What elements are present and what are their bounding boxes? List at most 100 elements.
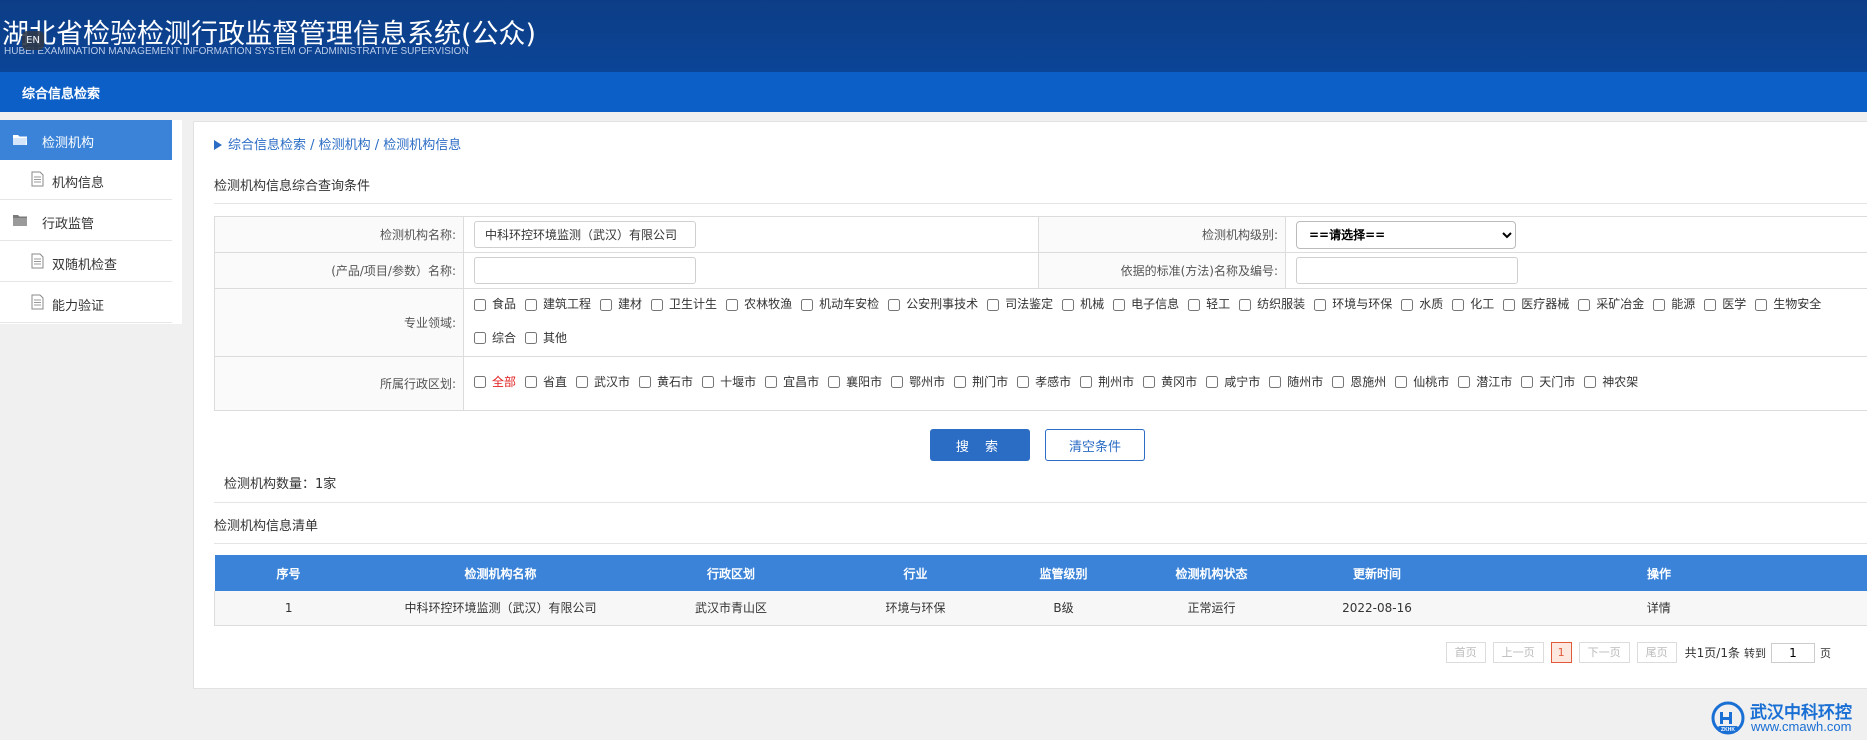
field-checkbox-item[interactable]: 建筑工程 — [525, 289, 591, 320]
next-page-button[interactable]: 下一页 — [1578, 642, 1630, 663]
region-checkbox-item[interactable]: 荆门市 — [954, 367, 1008, 398]
field-checkbox-item[interactable]: 电子信息 — [1113, 289, 1179, 320]
field-checkbox-item[interactable]: 水质 — [1401, 289, 1443, 320]
region-checkbox-item[interactable]: 仙桃市 — [1395, 367, 1449, 398]
region-checkbox[interactable] — [1017, 376, 1030, 389]
region-checkbox[interactable] — [1584, 376, 1597, 389]
field-checkbox[interactable] — [726, 298, 739, 311]
field-checkbox[interactable] — [525, 332, 538, 344]
field-checkbox[interactable] — [1188, 298, 1201, 311]
field-checkbox-item[interactable]: 纺织服装 — [1239, 289, 1305, 320]
region-checkbox[interactable] — [891, 376, 904, 389]
region-checkbox[interactable] — [1395, 376, 1408, 389]
region-checkbox-item[interactable]: 全部 — [474, 367, 516, 398]
field-checkbox-item[interactable]: 综合 — [474, 323, 516, 354]
field-checkbox[interactable] — [525, 298, 538, 311]
field-checkbox-item[interactable]: 环境与环保 — [1314, 289, 1392, 320]
region-checkbox[interactable] — [828, 376, 841, 389]
field-checkbox[interactable] — [1653, 298, 1666, 311]
last-page-button[interactable]: 尾页 — [1636, 642, 1677, 663]
standard-name-input[interactable] — [1296, 257, 1518, 284]
field-checkbox-item[interactable]: 采矿冶金 — [1578, 289, 1644, 320]
region-checkbox-item[interactable]: 神农架 — [1584, 367, 1638, 398]
region-checkbox-item[interactable]: 省直 — [525, 367, 567, 398]
institution-level-select[interactable]: ==请选择== — [1296, 220, 1516, 249]
field-checkbox[interactable] — [1314, 298, 1327, 311]
field-checkbox[interactable] — [651, 298, 664, 311]
sidebar-item-testing-institutions[interactable]: 检测机构 — [0, 120, 172, 160]
field-checkbox[interactable] — [1578, 298, 1591, 311]
details-link[interactable]: 详情 — [1450, 591, 1867, 626]
region-checkbox[interactable] — [1458, 376, 1471, 389]
nav-item-comprehensive-search[interactable]: 综合信息检索 — [22, 83, 100, 102]
field-checkbox[interactable] — [474, 332, 486, 344]
region-checkbox[interactable] — [1206, 376, 1219, 389]
region-checkbox-item[interactable]: 黄冈市 — [1143, 367, 1197, 398]
region-checkbox-item[interactable]: 黄石市 — [639, 367, 693, 398]
field-checkbox-item[interactable]: 机械 — [1062, 289, 1104, 320]
region-checkbox[interactable] — [1269, 376, 1282, 389]
region-checkbox-item[interactable]: 恩施州 — [1332, 367, 1386, 398]
field-checkbox[interactable] — [1113, 298, 1126, 311]
current-page-button[interactable]: 1 — [1550, 642, 1572, 663]
field-checkbox-item[interactable]: 其他 — [525, 323, 567, 354]
search-button[interactable]: 搜 索 — [930, 429, 1030, 461]
clear-conditions-button[interactable]: 清空条件 — [1045, 429, 1145, 461]
field-checkbox[interactable] — [600, 298, 613, 311]
region-checkbox-item[interactable]: 武汉市 — [576, 367, 630, 398]
region-checkbox-item[interactable]: 十堰市 — [702, 367, 756, 398]
region-checkbox[interactable] — [576, 376, 589, 389]
region-checkbox[interactable] — [1332, 376, 1345, 389]
field-checkbox-item[interactable]: 医疗器械 — [1503, 289, 1569, 320]
region-checkbox[interactable] — [474, 376, 486, 389]
field-checkbox-item[interactable]: 农林牧渔 — [726, 289, 792, 320]
region-checkbox[interactable] — [1521, 376, 1534, 389]
field-checkbox[interactable] — [1704, 298, 1717, 311]
field-checkbox[interactable] — [474, 298, 486, 311]
sidebar-item-double-random-inspection[interactable]: 双随机检查 — [0, 242, 172, 282]
field-checkbox[interactable] — [801, 298, 814, 311]
language-toggle-button[interactable]: EN — [22, 31, 44, 50]
region-checkbox-item[interactable]: 鄂州市 — [891, 367, 945, 398]
region-checkbox-item[interactable]: 襄阳市 — [828, 367, 882, 398]
field-checkbox[interactable] — [1062, 298, 1075, 311]
field-checkbox[interactable] — [888, 298, 901, 311]
region-checkbox[interactable] — [1143, 376, 1156, 389]
field-checkbox[interactable] — [987, 298, 1000, 311]
field-checkbox[interactable] — [1452, 298, 1465, 311]
region-checkbox[interactable] — [525, 376, 538, 389]
field-checkbox[interactable] — [1239, 298, 1252, 311]
region-checkbox[interactable] — [702, 376, 715, 389]
field-checkbox-item[interactable]: 司法鉴定 — [987, 289, 1053, 320]
institution-name-input[interactable] — [474, 221, 696, 248]
sidebar-item-proficiency-testing[interactable]: 能力验证 — [0, 283, 172, 323]
prev-page-button[interactable]: 上一页 — [1492, 642, 1544, 663]
field-checkbox-item[interactable]: 轻工 — [1188, 289, 1230, 320]
sidebar-item-institution-info[interactable]: 机构信息 — [0, 160, 172, 200]
region-checkbox-item[interactable]: 咸宁市 — [1206, 367, 1260, 398]
field-checkbox-item[interactable]: 机动车安检 — [801, 289, 879, 320]
region-checkbox-item[interactable]: 随州市 — [1269, 367, 1323, 398]
region-checkbox-item[interactable]: 孝感市 — [1017, 367, 1071, 398]
field-checkbox-item[interactable]: 医学 — [1704, 289, 1746, 320]
field-checkbox-item[interactable]: 化工 — [1452, 289, 1494, 320]
first-page-button[interactable]: 首页 — [1445, 642, 1486, 663]
field-checkbox[interactable] — [1401, 298, 1414, 311]
breadcrumb-text[interactable]: 综合信息检索 / 检测机构 / 检测机构信息 — [228, 138, 461, 153]
field-checkbox-item[interactable]: 生物安全 — [1755, 289, 1821, 320]
sidebar-item-admin-supervision[interactable]: 行政监管 — [0, 201, 172, 241]
region-checkbox-item[interactable]: 天门市 — [1521, 367, 1575, 398]
field-checkbox-item[interactable]: 建材 — [600, 289, 642, 320]
region-checkbox[interactable] — [639, 376, 652, 389]
region-checkbox-item[interactable]: 潜江市 — [1458, 367, 1512, 398]
region-checkbox[interactable] — [1080, 376, 1093, 389]
product-name-input[interactable] — [474, 257, 696, 284]
region-checkbox-item[interactable]: 荆州市 — [1080, 367, 1134, 398]
field-checkbox-item[interactable]: 食品 — [474, 289, 516, 320]
field-checkbox[interactable] — [1503, 298, 1516, 311]
region-checkbox-item[interactable]: 宜昌市 — [765, 367, 819, 398]
field-checkbox[interactable] — [1755, 298, 1768, 311]
field-checkbox-item[interactable]: 公安刑事技术 — [888, 289, 978, 320]
field-checkbox-item[interactable]: 卫生计生 — [651, 289, 717, 320]
region-checkbox[interactable] — [954, 376, 967, 389]
